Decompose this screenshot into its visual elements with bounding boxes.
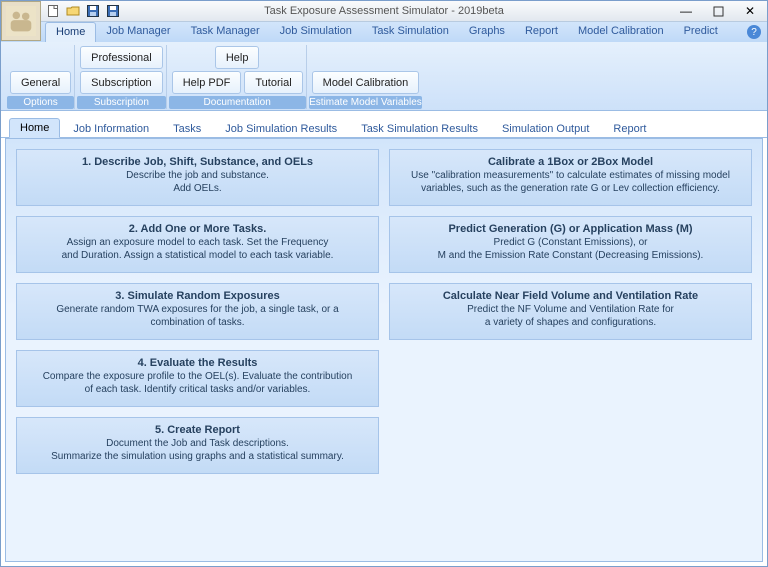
help-button[interactable]: Help <box>215 46 260 69</box>
open-icon[interactable] <box>65 3 81 19</box>
ribbon-tab-task-simulation[interactable]: Task Simulation <box>362 22 459 42</box>
card-title: 2. Add One or More Tasks. <box>25 223 370 235</box>
help-icon[interactable]: ? <box>747 25 761 39</box>
save-icon[interactable] <box>85 3 101 19</box>
card-title: 3. Simulate Random Exposures <box>25 290 370 302</box>
ribbon-group-documentation: Help Help PDF Tutorial Documentation <box>169 45 307 109</box>
home-pane: 1. Describe Job, Shift, Substance, and O… <box>5 138 763 562</box>
subscription-button[interactable]: Subscription <box>80 71 163 94</box>
ribbon-group-title-options: Options <box>7 96 74 109</box>
card-desc: Use "calibration measurements" to calcul… <box>398 170 743 195</box>
card-desc: Document the Job and Task descriptions.S… <box>25 438 370 463</box>
save-as-icon[interactable] <box>105 3 121 19</box>
maximize-button[interactable] <box>705 3 731 19</box>
card-evaluate-results[interactable]: 4. Evaluate the Results Compare the expo… <box>16 350 379 407</box>
content-tab-strip: Home Job Information Tasks Job Simulatio… <box>1 111 767 138</box>
content-tab-home[interactable]: Home <box>9 118 60 138</box>
card-desc: Compare the exposure profile to the OEL(… <box>25 371 370 396</box>
content-tab-report[interactable]: Report <box>602 119 657 138</box>
card-desc: Assign an exposure model to each task. S… <box>25 237 370 262</box>
card-title: Predict Generation (G) or Application Ma… <box>398 223 743 235</box>
card-desc: Predict G (Constant Emissions), orM and … <box>398 237 743 262</box>
ribbon-tab-predict[interactable]: Predict <box>674 22 728 42</box>
card-title: Calibrate a 1Box or 2Box Model <box>398 156 743 168</box>
ribbon-tab-model-calibration[interactable]: Model Calibration <box>568 22 674 42</box>
cards-right-column: Calibrate a 1Box or 2Box Model Use "cali… <box>389 149 752 551</box>
tutorial-button[interactable]: Tutorial <box>244 71 302 94</box>
card-title: 5. Create Report <box>25 424 370 436</box>
close-icon: ✕ <box>745 4 755 18</box>
card-add-tasks[interactable]: 2. Add One or More Tasks. Assign an expo… <box>16 216 379 273</box>
ribbon-group-subscription: Professional Subscription Subscription <box>77 45 167 109</box>
card-calibrate-model[interactable]: Calibrate a 1Box or 2Box Model Use "cali… <box>389 149 752 206</box>
card-desc: Generate random TWA exposures for the jo… <box>25 304 370 329</box>
general-button[interactable]: General <box>10 71 71 94</box>
app-window: Task Exposure Assessment Simulator - 201… <box>0 0 768 567</box>
help-pdf-button[interactable]: Help PDF <box>172 71 242 94</box>
card-predict-generation[interactable]: Predict Generation (G) or Application Ma… <box>389 216 752 273</box>
ribbon-tab-job-manager[interactable]: Job Manager <box>96 22 180 42</box>
ribbon-group-title-documentation: Documentation <box>169 96 306 109</box>
maximize-icon <box>713 6 724 17</box>
content-tab-job-simulation-results[interactable]: Job Simulation Results <box>214 119 348 138</box>
card-title: 4. Evaluate the Results <box>25 357 370 369</box>
card-desc: Describe the job and substance.Add OELs. <box>25 170 370 195</box>
ribbon-group-title-subscription: Subscription <box>77 96 166 109</box>
model-calibration-button[interactable]: Model Calibration <box>312 71 420 94</box>
quick-access-toolbar <box>45 3 121 19</box>
cards-left-column: 1. Describe Job, Shift, Substance, and O… <box>16 149 379 551</box>
ribbon-group-options: . General Options <box>7 45 75 109</box>
ribbon-tab-home[interactable]: Home <box>45 22 96 42</box>
card-desc: Predict the NF Volume and Ventilation Ra… <box>398 304 743 329</box>
card-describe-job[interactable]: 1. Describe Job, Shift, Substance, and O… <box>16 149 379 206</box>
content-tab-simulation-output[interactable]: Simulation Output <box>491 119 600 138</box>
ribbon-tab-job-simulation[interactable]: Job Simulation <box>270 22 362 42</box>
window-title: Task Exposure Assessment Simulator - 201… <box>264 5 504 17</box>
content-tab-task-simulation-results[interactable]: Task Simulation Results <box>350 119 489 138</box>
minimize-button[interactable]: — <box>673 3 699 19</box>
ribbon-tab-graphs[interactable]: Graphs <box>459 22 515 42</box>
ribbon-tab-task-manager[interactable]: Task Manager <box>181 22 270 42</box>
professional-button[interactable]: Professional <box>80 46 163 69</box>
content-tab-tasks[interactable]: Tasks <box>162 119 212 138</box>
app-icon[interactable] <box>1 1 41 41</box>
close-button[interactable]: ✕ <box>737 3 763 19</box>
card-create-report[interactable]: 5. Create Report Document the Job and Ta… <box>16 417 379 474</box>
ribbon-tab-strip: Home Job Manager Task Manager Job Simula… <box>1 22 767 42</box>
card-simulate-exposures[interactable]: 3. Simulate Random Exposures Generate ra… <box>16 283 379 340</box>
title-bar: Task Exposure Assessment Simulator - 201… <box>1 1 767 22</box>
card-title: Calculate Near Field Volume and Ventilat… <box>398 290 743 302</box>
card-title: 1. Describe Job, Shift, Substance, and O… <box>25 156 370 168</box>
card-calculate-nf-volume[interactable]: Calculate Near Field Volume and Ventilat… <box>389 283 752 340</box>
ribbon-body: . General Options Professional Subscript… <box>1 42 767 111</box>
ribbon-group-title-estimate: Estimate Model Variables <box>309 96 423 109</box>
ribbon-tab-report[interactable]: Report <box>515 22 568 42</box>
minimize-icon: — <box>680 4 692 18</box>
window-controls: — ✕ <box>673 1 763 21</box>
ribbon-group-estimate-model-variables: . Model Calibration Estimate Model Varia… <box>309 45 423 109</box>
people-icon <box>6 6 36 36</box>
content-tab-job-information[interactable]: Job Information <box>62 119 160 138</box>
new-icon[interactable] <box>45 3 61 19</box>
